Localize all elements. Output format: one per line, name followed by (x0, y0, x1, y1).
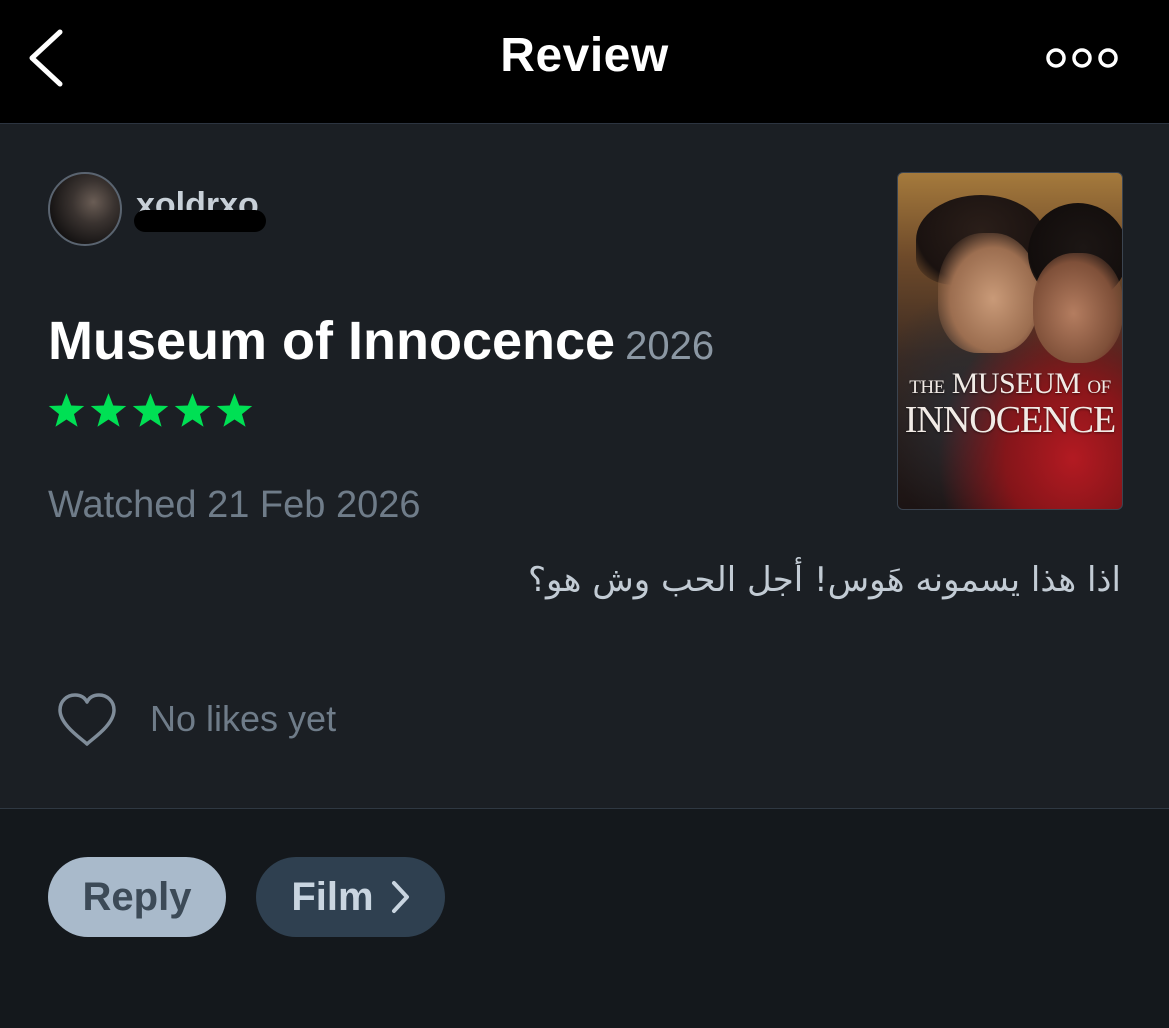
top-navigation-bar: Review (0, 0, 1169, 124)
film-year[interactable]: 2026 (625, 324, 714, 368)
watched-date: Watched 21 Feb 2026 (48, 484, 421, 526)
likes-count-label: No likes yet (150, 698, 337, 739)
film-button[interactable]: Film (256, 857, 445, 937)
review-text: اذا هذا يسمونه هَوس! أجل الحب وش هو؟ (527, 560, 1121, 600)
star-icon (174, 393, 211, 427)
redaction-bar (134, 210, 266, 232)
star-icon (90, 393, 127, 427)
more-options-button[interactable] (1044, 44, 1124, 72)
rating-stars (47, 392, 254, 430)
reply-button[interactable]: Reply (48, 857, 226, 937)
action-bar: Reply Film (0, 809, 1169, 1028)
star-icon (216, 393, 253, 427)
film-button-label: Film (291, 874, 374, 919)
poster-title: THE MUSEUM OF INNOCENCE (898, 367, 1122, 441)
poster-title-the: THE (909, 377, 945, 398)
star-icon (132, 393, 169, 427)
poster-figure (1033, 253, 1122, 363)
film-heading: Museum of Innocence 2026 (48, 310, 714, 372)
review-content: xoldrxo Museum of Innocence 2026 Watched … (0, 124, 1169, 808)
reply-button-label: Reply (82, 874, 192, 919)
poster-title-museum: MUSEUM (951, 367, 1081, 400)
page-title: Review (500, 29, 669, 82)
film-poster[interactable]: THE MUSEUM OF INNOCENCE (897, 172, 1123, 510)
chevron-right-icon (391, 881, 409, 913)
heart-outline-icon (58, 693, 116, 746)
avatar[interactable] (48, 172, 122, 246)
poster-title-innocence: INNOCENCE (904, 399, 1117, 441)
more-dots-icon (1046, 48, 1118, 68)
film-title[interactable]: Museum of Innocence (48, 311, 615, 371)
poster-figure (938, 233, 1038, 353)
star-icon (48, 393, 85, 427)
poster-title-of: OF (1087, 377, 1111, 398)
like-button[interactable] (56, 692, 118, 748)
